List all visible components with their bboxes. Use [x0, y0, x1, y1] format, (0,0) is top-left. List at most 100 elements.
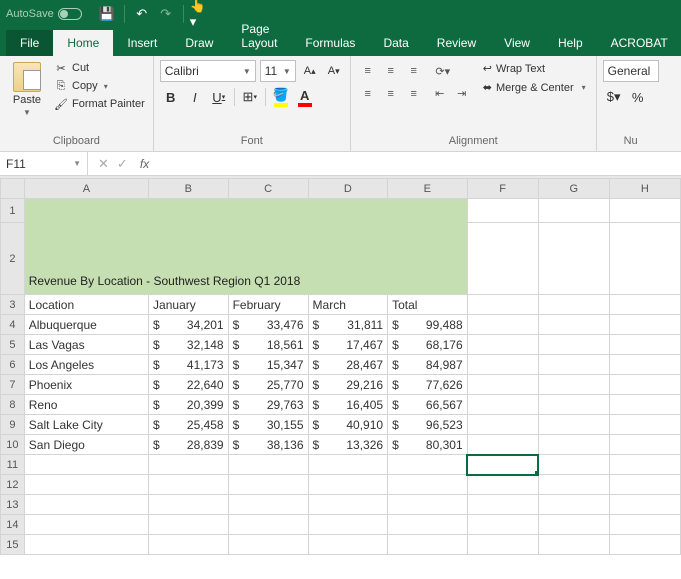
- cell[interactable]: [467, 355, 538, 375]
- cell[interactable]: [308, 475, 388, 495]
- font-size-combo[interactable]: 11▼: [260, 60, 296, 82]
- decrease-indent-button[interactable]: ⇤: [429, 82, 451, 104]
- cell-money[interactable]: $18,561: [228, 335, 308, 355]
- cell[interactable]: [609, 455, 680, 475]
- tab-review[interactable]: Review: [423, 30, 490, 56]
- cell[interactable]: [609, 435, 680, 455]
- cell[interactable]: [538, 395, 609, 415]
- tab-file[interactable]: File: [6, 30, 53, 56]
- col-header-a[interactable]: A: [24, 179, 148, 199]
- formula-input[interactable]: [159, 152, 681, 175]
- cell[interactable]: [609, 223, 680, 295]
- tab-data[interactable]: Data: [369, 30, 422, 56]
- cell[interactable]: [538, 335, 609, 355]
- cell[interactable]: [228, 475, 308, 495]
- cell[interactable]: [308, 515, 388, 535]
- border-button[interactable]: ⊞▾: [239, 86, 261, 108]
- cell-location[interactable]: Los Angeles: [24, 355, 148, 375]
- cell[interactable]: [467, 515, 538, 535]
- col-header-g[interactable]: G: [538, 179, 609, 199]
- fx-icon[interactable]: fx: [140, 157, 149, 171]
- cell[interactable]: [609, 495, 680, 515]
- cell[interactable]: [538, 435, 609, 455]
- cell-location[interactable]: Salt Lake City: [24, 415, 148, 435]
- cell[interactable]: [24, 515, 148, 535]
- cell[interactable]: [538, 495, 609, 515]
- col-header-c[interactable]: C: [228, 179, 308, 199]
- cell-money[interactable]: $77,626: [388, 375, 468, 395]
- tab-draw[interactable]: Draw: [171, 30, 227, 56]
- cell-money[interactable]: $20,399: [149, 395, 229, 415]
- align-center-button[interactable]: ≡: [380, 83, 402, 105]
- cell[interactable]: [149, 515, 229, 535]
- col-header-h[interactable]: H: [609, 179, 680, 199]
- copy-button[interactable]: ⎘Copy▾: [52, 78, 147, 94]
- cell[interactable]: [149, 535, 229, 555]
- cell-money[interactable]: $25,458: [149, 415, 229, 435]
- cell-location[interactable]: Albuquerque: [24, 315, 148, 335]
- cell-money[interactable]: $25,770: [228, 375, 308, 395]
- bold-button[interactable]: B: [160, 86, 182, 108]
- cell[interactable]: [609, 415, 680, 435]
- cell-money[interactable]: $33,476: [228, 315, 308, 335]
- header-january[interactable]: January: [149, 295, 229, 315]
- decrease-font-button[interactable]: A▾: [324, 60, 344, 82]
- header-location[interactable]: Location: [24, 295, 148, 315]
- cell[interactable]: [149, 475, 229, 495]
- cell[interactable]: [609, 515, 680, 535]
- wrap-text-button[interactable]: ↩Wrap Text: [479, 60, 590, 77]
- cell-money[interactable]: $28,839: [149, 435, 229, 455]
- cell[interactable]: [538, 535, 609, 555]
- cell-money[interactable]: $17,467: [308, 335, 388, 355]
- col-header-e[interactable]: E: [388, 179, 468, 199]
- cell-money[interactable]: $32,148: [149, 335, 229, 355]
- cell-selected[interactable]: [467, 455, 538, 475]
- cell[interactable]: [228, 495, 308, 515]
- font-color-button[interactable]: A: [294, 86, 316, 108]
- cell[interactable]: [609, 375, 680, 395]
- cell-money[interactable]: $31,811: [308, 315, 388, 335]
- paste-button[interactable]: Paste ▼: [6, 60, 48, 117]
- row-header[interactable]: 9: [1, 415, 25, 435]
- align-bottom-button[interactable]: ≡: [403, 60, 425, 82]
- cell[interactable]: [388, 535, 468, 555]
- cell-money[interactable]: $96,523: [388, 415, 468, 435]
- number-format-combo[interactable]: General: [603, 60, 659, 82]
- row-header[interactable]: 1: [1, 199, 25, 223]
- cell[interactable]: [609, 475, 680, 495]
- cell[interactable]: [538, 223, 609, 295]
- cell[interactable]: [538, 355, 609, 375]
- cell[interactable]: [609, 335, 680, 355]
- touch-mode-button[interactable]: 👆▾: [190, 3, 212, 25]
- cell[interactable]: [228, 535, 308, 555]
- cell-money[interactable]: $28,467: [308, 355, 388, 375]
- row-header[interactable]: 14: [1, 515, 25, 535]
- worksheet[interactable]: A B C D E F G H 1Revenue By Location - S…: [0, 178, 681, 555]
- tab-formulas[interactable]: Formulas: [291, 30, 369, 56]
- tab-insert[interactable]: Insert: [113, 30, 171, 56]
- cell[interactable]: [609, 199, 680, 223]
- cell[interactable]: [467, 535, 538, 555]
- cell-money[interactable]: $13,326: [308, 435, 388, 455]
- cell[interactable]: [609, 315, 680, 335]
- cell[interactable]: [538, 455, 609, 475]
- cell[interactable]: [467, 395, 538, 415]
- italic-button[interactable]: I: [184, 86, 206, 108]
- cell-money[interactable]: $15,347: [228, 355, 308, 375]
- cell[interactable]: [308, 455, 388, 475]
- cell[interactable]: [538, 515, 609, 535]
- increase-indent-button[interactable]: ⇥: [451, 82, 473, 104]
- row-header[interactable]: 8: [1, 395, 25, 415]
- cell-money[interactable]: $80,301: [388, 435, 468, 455]
- cell-money[interactable]: $68,176: [388, 335, 468, 355]
- cell[interactable]: [467, 375, 538, 395]
- row-header[interactable]: 4: [1, 315, 25, 335]
- cell[interactable]: [609, 295, 680, 315]
- font-name-combo[interactable]: Calibri▼: [160, 60, 256, 82]
- cell[interactable]: [609, 355, 680, 375]
- cell[interactable]: [24, 495, 148, 515]
- cell[interactable]: [228, 515, 308, 535]
- cell-location[interactable]: San Diego: [24, 435, 148, 455]
- cell-location[interactable]: Las Vagas: [24, 335, 148, 355]
- cell[interactable]: [24, 475, 148, 495]
